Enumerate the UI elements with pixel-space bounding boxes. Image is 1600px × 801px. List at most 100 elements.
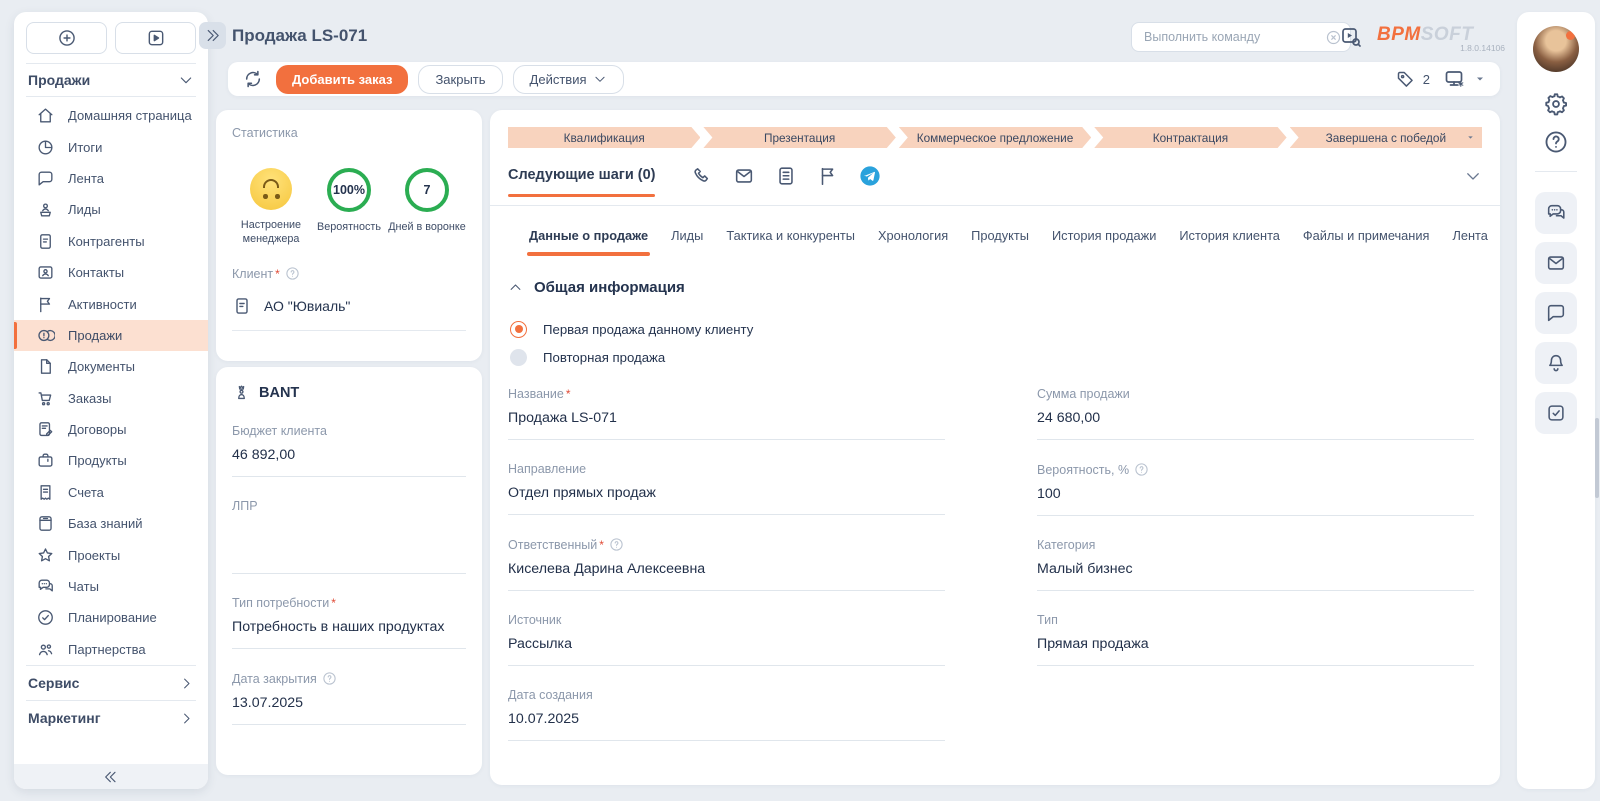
help-icon[interactable] bbox=[1134, 462, 1149, 477]
sale-field-category: КатегорияМалый бизнес bbox=[1037, 538, 1474, 591]
field-value[interactable]: 100 bbox=[1037, 486, 1474, 516]
tab-client-history[interactable]: История клиента bbox=[1177, 219, 1282, 256]
field-value[interactable]: Отдел прямых продаж bbox=[508, 485, 945, 515]
radio-button[interactable] bbox=[510, 321, 527, 338]
tab-files[interactable]: Файлы и примечания bbox=[1301, 219, 1432, 256]
next-step-buttons bbox=[691, 165, 881, 187]
tab-sale-data[interactable]: Данные о продаже bbox=[527, 219, 650, 256]
bant-fields: Бюджет клиента46 892,00ЛПРТип потребност… bbox=[232, 424, 466, 725]
help-icon[interactable] bbox=[285, 266, 300, 281]
call-button[interactable] bbox=[691, 165, 713, 187]
sidebar-item-invoices[interactable]: Счета bbox=[14, 477, 208, 508]
sidebar-item-chats[interactable]: Чаты bbox=[14, 571, 208, 602]
task-button[interactable] bbox=[775, 165, 797, 187]
sidebar-item-accounts[interactable]: Контрагенты bbox=[14, 226, 208, 257]
sidebar-item-label: Чаты bbox=[68, 579, 99, 594]
field-value[interactable] bbox=[232, 522, 466, 574]
sidebar-item-knowledge-base[interactable]: База знаний bbox=[14, 508, 208, 539]
sidebar-section-service[interactable]: Сервис bbox=[14, 666, 208, 700]
sidebar-item-products[interactable]: Продукты bbox=[14, 445, 208, 476]
account-doc-icon bbox=[232, 296, 252, 316]
field-value[interactable]: 10.07.2025 bbox=[508, 711, 945, 741]
add-order-button[interactable]: Добавить заказ bbox=[276, 65, 408, 94]
sidebar-item-projects[interactable]: Проекты bbox=[14, 539, 208, 570]
sidebar-item-activities[interactable]: Активности bbox=[14, 288, 208, 319]
sidebar-section-marketing[interactable]: Маркетинг bbox=[14, 701, 208, 735]
comments-button[interactable] bbox=[1535, 292, 1577, 334]
help-icon[interactable] bbox=[609, 537, 624, 552]
tab-leads[interactable]: Лиды bbox=[669, 219, 705, 256]
tags-button[interactable] bbox=[1395, 69, 1416, 90]
stage-closed-won[interactable]: Завершена с победой bbox=[1290, 127, 1482, 148]
user-avatar[interactable] bbox=[1533, 26, 1579, 72]
radio-button[interactable] bbox=[510, 349, 527, 366]
tab-timeline[interactable]: Хронология bbox=[876, 219, 950, 256]
command-input[interactable] bbox=[1142, 29, 1325, 45]
help-icon[interactable] bbox=[322, 671, 337, 686]
sidebar-item-contacts[interactable]: Контакты bbox=[14, 257, 208, 288]
field-value[interactable]: Киселева Дарина Алексеевна bbox=[508, 561, 945, 591]
field-value[interactable]: 46 892,00 bbox=[232, 447, 466, 477]
actions-button[interactable]: Действия bbox=[513, 65, 624, 94]
radio-repeat-sale[interactable]: Повторная продажа bbox=[510, 343, 1482, 371]
run-process-button[interactable] bbox=[115, 22, 196, 54]
field-value[interactable]: Прямая продажа bbox=[1037, 636, 1474, 666]
tasks-button[interactable] bbox=[1535, 392, 1577, 434]
scrollbar-thumb[interactable] bbox=[1595, 418, 1599, 498]
sidebar-item-planning[interactable]: Планирование bbox=[14, 602, 208, 633]
field-value[interactable]: Продажа LS-071 bbox=[508, 410, 945, 440]
tab-tactics[interactable]: Тактика и конкуренты bbox=[724, 219, 857, 256]
mail-button[interactable] bbox=[1535, 242, 1577, 284]
sidebar-item-documents[interactable]: Документы bbox=[14, 351, 208, 382]
steps-collapse-button[interactable] bbox=[1464, 167, 1482, 185]
section-collapse-button[interactable] bbox=[508, 280, 523, 295]
stage-presentation[interactable]: Презентация bbox=[703, 127, 895, 148]
tab-feed[interactable]: Лента bbox=[1450, 219, 1489, 256]
sidebar-item-dashboards[interactable]: Итоги bbox=[14, 131, 208, 162]
sidebar-item-sales[interactable]: Продажи bbox=[14, 320, 208, 351]
workspace-selector[interactable]: Продажи bbox=[14, 64, 208, 96]
settings-button[interactable] bbox=[1543, 91, 1569, 117]
field-value[interactable]: Потребность в наших продуктах bbox=[232, 619, 466, 649]
tab-products[interactable]: Продукты bbox=[969, 219, 1031, 256]
activity-button[interactable] bbox=[817, 165, 839, 187]
field-label: Дата создания bbox=[508, 688, 593, 702]
field-value[interactable]: Рассылка bbox=[508, 636, 945, 666]
sidebar-item-contracts[interactable]: Договоры bbox=[14, 414, 208, 445]
close-button[interactable]: Закрыть bbox=[418, 65, 502, 94]
sidebar-item-feed[interactable]: Лента bbox=[14, 163, 208, 194]
mood-emoji-icon[interactable] bbox=[250, 168, 292, 210]
chats-button[interactable] bbox=[1535, 192, 1577, 234]
panel-expand-button[interactable] bbox=[199, 22, 226, 49]
divider bbox=[490, 205, 1500, 206]
stage-commercial-offer[interactable]: Коммерческое предложение bbox=[899, 127, 1091, 148]
sidebar-item-orders[interactable]: Заказы bbox=[14, 383, 208, 414]
field-value[interactable]: 13.07.2025 bbox=[232, 695, 466, 725]
email-button[interactable] bbox=[733, 165, 755, 187]
sidebar-item-home[interactable]: Домашняя страница bbox=[14, 100, 208, 131]
add-record-button[interactable] bbox=[26, 22, 107, 54]
field-value[interactable]: 24 680,00 bbox=[1037, 410, 1474, 440]
telegram-button[interactable] bbox=[859, 165, 881, 187]
process-search-button[interactable] bbox=[1339, 25, 1363, 49]
field-label: Направление bbox=[508, 462, 586, 476]
tag-count: 2 bbox=[1423, 72, 1430, 87]
field-value[interactable]: Малый бизнес bbox=[1037, 561, 1474, 591]
sidebar-item-partners[interactable]: Партнерства bbox=[14, 634, 208, 665]
sale-field-type: ТипПрямая продажа bbox=[1037, 613, 1474, 666]
client-link[interactable]: АО "Ювиаль" bbox=[264, 298, 350, 314]
notifications-button[interactable] bbox=[1535, 342, 1577, 384]
sidebar-item-leads[interactable]: Лиды bbox=[14, 194, 208, 225]
help-button[interactable] bbox=[1543, 129, 1569, 155]
client-link-row[interactable]: АО "Ювиаль" bbox=[232, 296, 466, 331]
next-steps-label: Следующие шаги (0) bbox=[508, 167, 655, 185]
refresh-button[interactable] bbox=[242, 68, 264, 90]
sidebar-item-label: Проекты bbox=[68, 548, 120, 563]
stage-qualification[interactable]: Квалификация bbox=[508, 127, 700, 148]
sidebar-collapse-button[interactable] bbox=[14, 764, 208, 789]
tab-sale-history[interactable]: История продажи bbox=[1050, 219, 1158, 256]
stage-contracting[interactable]: Контрактация bbox=[1094, 127, 1286, 148]
view-settings-button[interactable] bbox=[1443, 67, 1467, 91]
view-settings-caret[interactable] bbox=[1474, 73, 1486, 85]
radio-first-sale[interactable]: Первая продажа данному клиенту bbox=[510, 315, 1482, 343]
